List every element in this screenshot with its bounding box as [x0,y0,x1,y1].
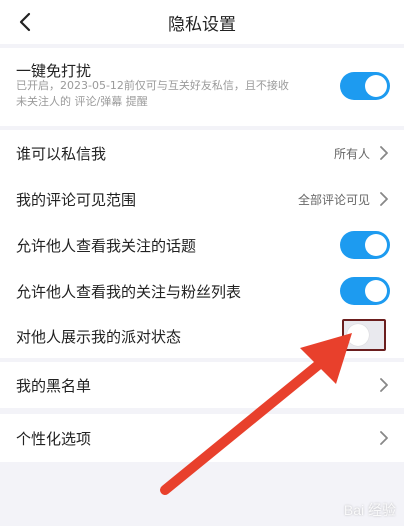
personalization-row[interactable]: 个性化选项 [0,414,404,462]
comment-visibility-label: 我的评论可见范围 [16,190,137,209]
chevron-right-icon [380,146,388,160]
dnd-description: 已开启，2023-05-12前仅可与互关好友私信，且不接收 未关注人的 评论/弹… [16,78,326,110]
comment-visibility-row[interactable]: 我的评论可见范围 全部评论可见 [0,176,404,222]
show-party-status-toggle[interactable] [342,319,386,351]
allow-view-topics-label: 允许他人查看我关注的话题 [16,236,197,255]
show-party-status-label: 对他人展示我的派对状态 [16,327,182,346]
settings-card: 谁可以私信我 所有人 我的评论可见范围 全部评论可见 允许他人查看我关注的话题 … [0,130,404,358]
toggle-knob [365,234,387,256]
dnd-desc-line1: 已开启，2023-05-12前仅可与互关好友私信，且不接收 [16,79,289,92]
allow-view-topics-toggle[interactable] [340,231,390,259]
blacklist-card: 我的黑名单 [0,362,404,408]
allow-view-follow-lists-toggle[interactable] [340,277,390,305]
allow-view-follow-lists-label: 允许他人查看我的关注与粉丝列表 [16,282,242,301]
personalization-label: 个性化选项 [16,429,92,448]
who-can-message-label: 谁可以私信我 [16,144,107,163]
dnd-toggle[interactable] [340,72,390,100]
blacklist-label: 我的黑名单 [16,376,92,395]
page-title: 隐私设置 [168,14,236,35]
allow-view-follow-lists-row: 允许他人查看我的关注与粉丝列表 [0,268,404,314]
toggle-knob [365,75,387,97]
blacklist-row[interactable]: 我的黑名单 [0,362,404,408]
chevron-right-icon [380,192,388,206]
chevron-right-icon [380,378,388,392]
personalization-card: 个性化选项 [0,414,404,462]
top-bar: 隐私设置 [0,0,404,44]
dnd-desc-line2: 未关注人的 评论/弹幕 提醒 [16,95,148,108]
show-party-status-row: 对他人展示我的派对状态 [0,314,404,358]
toggle-knob [365,280,387,302]
dnd-card: 一键免打扰 已开启，2023-05-12前仅可与互关好友私信，且不接收 未关注人… [0,48,404,126]
chevron-left-icon[interactable] [14,10,38,34]
who-can-message-row[interactable]: 谁可以私信我 所有人 [0,130,404,176]
watermark: Bai 经验 [343,502,396,518]
who-can-message-value: 所有人 [333,146,370,161]
chevron-right-icon [380,431,388,445]
allow-view-topics-row: 允许他人查看我关注的话题 [0,222,404,268]
toggle-knob [347,324,369,346]
comment-visibility-value: 全部评论可见 [297,192,370,207]
